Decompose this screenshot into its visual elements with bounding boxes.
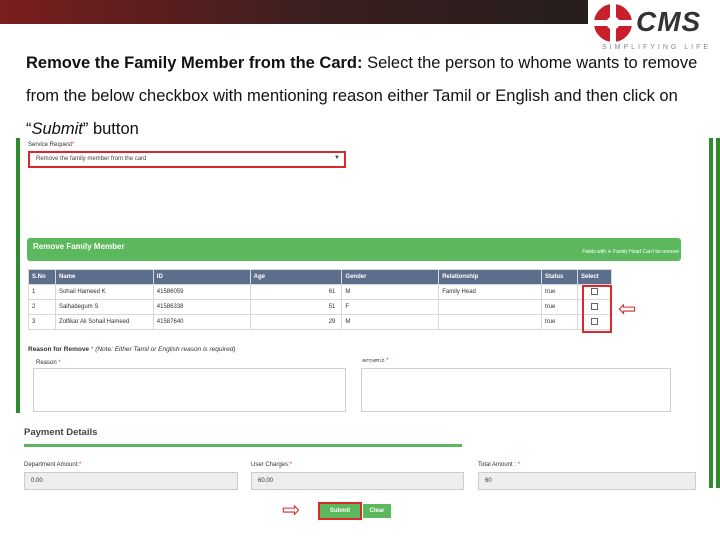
clear-button[interactable]: Clear — [363, 504, 391, 518]
cell-relationship — [438, 314, 543, 330]
right-arrow-icon: ⇨ — [282, 497, 301, 522]
table-row: 3 Zolfikar Ali Sohail Hameed 41587640 29… — [28, 314, 613, 330]
panel-note: Fields with ∗ Family Head Can't be remov… — [582, 249, 679, 255]
col-select: Select — [576, 269, 613, 285]
cell-relationship: Family Head — [438, 284, 543, 300]
cell-age: 51 — [249, 299, 343, 315]
cell-name: Zolfikar Ali Sohail Hameed — [54, 314, 154, 330]
cell-age: 29 — [249, 314, 343, 330]
left-border — [16, 138, 20, 413]
table-row: 1 Sohail Hameed K 41586059 61 M Family H… — [28, 284, 613, 300]
cell-id: 41587640 — [152, 314, 251, 330]
service-request-label: Service Request* — [28, 142, 75, 148]
total-amount-label: Total Amount : * — [478, 462, 521, 468]
cell-gender: M — [341, 314, 440, 330]
reason-english-label: Reason * — [36, 360, 61, 366]
right-border — [709, 138, 713, 488]
cell-sno: 2 — [28, 299, 56, 315]
total-amount-field[interactable]: 60 — [478, 472, 696, 490]
select-column-highlight — [582, 285, 612, 333]
instruction-submit-word: Submit — [31, 120, 83, 138]
family-member-table: S.No Name ID Age Gender Relationship Sta… — [28, 269, 613, 330]
logo-text: CMS — [636, 6, 702, 37]
reason-tamil-label: காரணம் * — [362, 358, 389, 364]
service-request-value: Remove the family member from the card — [36, 156, 147, 162]
user-charges-field[interactable]: 60.00 — [251, 472, 464, 490]
cell-gender: M — [341, 284, 440, 300]
reason-for-remove-label: Reason for Remove * (Note: Either Tamil … — [28, 346, 236, 353]
payment-details-title: Payment Details — [24, 427, 98, 438]
cell-name: Salhabegum S — [54, 299, 154, 315]
cms-logo-icon — [594, 4, 632, 42]
cell-status: true — [541, 284, 578, 300]
cell-id: 41586059 — [152, 284, 251, 300]
department-amount-field[interactable]: 0.00 — [24, 472, 238, 490]
col-sno: S.No — [28, 269, 56, 285]
col-relationship: Relationship — [438, 269, 543, 285]
cell-relationship — [438, 299, 543, 315]
cell-sno: 3 — [28, 314, 56, 330]
table-header-row: S.No Name ID Age Gender Relationship Sta… — [28, 269, 613, 285]
right-border-outer — [716, 138, 720, 488]
submit-button[interactable]: Submit — [320, 504, 360, 518]
panel-title: Remove Family Member — [33, 242, 125, 251]
cell-age: 61 — [249, 284, 343, 300]
instruction-text: Remove the Family Member from the Card: … — [26, 47, 706, 146]
col-status: Status — [541, 269, 578, 285]
cell-name: Sohail Hameed K — [54, 284, 154, 300]
remove-family-panel-header: Remove Family Member Fields with ∗ Famil… — [27, 238, 681, 261]
table-row: 2 Salhabegum S 41586338 51 F true — [28, 299, 613, 315]
service-request-select[interactable]: Remove the family member from the card ▼ — [28, 151, 346, 168]
department-amount-label: Department Amount:* — [24, 462, 82, 468]
cell-status: true — [541, 299, 578, 315]
cell-id: 41586338 — [152, 299, 251, 315]
cell-status: true — [541, 314, 578, 330]
left-arrow-icon: ⇦ — [618, 296, 637, 321]
instruction-heading: Remove the Family Member from the Card: — [26, 54, 363, 72]
cell-gender: F — [341, 299, 440, 315]
reason-tamil-textarea[interactable] — [361, 368, 671, 412]
instruction-tail: ” button — [82, 120, 139, 138]
reason-english-textarea[interactable] — [33, 368, 346, 412]
payment-divider — [24, 444, 462, 447]
col-id: ID — [152, 269, 251, 285]
col-gender: Gender — [341, 269, 440, 285]
col-name: Name — [54, 269, 154, 285]
cell-sno: 1 — [28, 284, 56, 300]
chevron-down-icon: ▼ — [334, 155, 340, 161]
user-charges-label: User Charges:* — [251, 462, 293, 468]
col-age: Age — [249, 269, 343, 285]
